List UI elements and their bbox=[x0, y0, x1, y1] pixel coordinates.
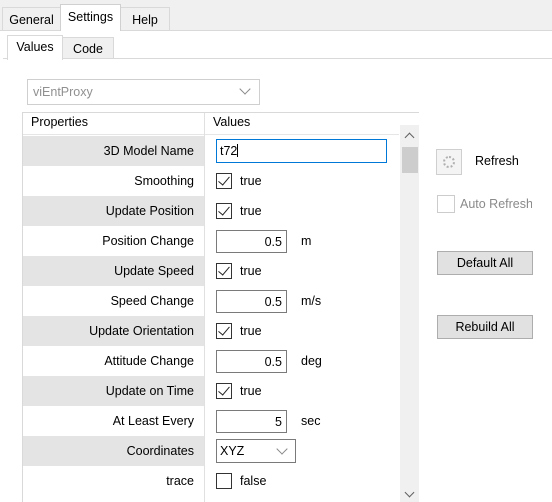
row-name: Coordinates bbox=[23, 436, 204, 466]
tab-help-label: Help bbox=[132, 13, 158, 27]
update-on-time-checkbox[interactable] bbox=[216, 383, 232, 399]
table-row: 3D Model Name t72 bbox=[23, 136, 399, 166]
vertical-scrollbar[interactable] bbox=[400, 125, 419, 502]
row-value: true bbox=[205, 256, 399, 286]
tab-general-label: General bbox=[9, 13, 54, 27]
tab-values-label: Values bbox=[16, 40, 54, 54]
row-value: 0.5 m/s bbox=[205, 286, 399, 316]
checkbox-value: true bbox=[240, 264, 262, 278]
auto-refresh-checkbox[interactable] bbox=[437, 195, 455, 213]
table-row: Update Orientation true bbox=[23, 316, 399, 346]
checkmark-icon bbox=[218, 173, 230, 186]
text-caret bbox=[237, 144, 239, 157]
unit-label: m/s bbox=[301, 294, 322, 308]
checkbox-value: true bbox=[240, 174, 262, 188]
table-row: Smoothing true bbox=[23, 166, 399, 196]
chevron-down-icon bbox=[276, 443, 288, 455]
tab-code[interactable]: Code bbox=[62, 37, 114, 59]
row-value: 0.5 m bbox=[205, 226, 399, 256]
model-name-input[interactable]: t72 bbox=[216, 139, 387, 163]
properties-column-header: Properties bbox=[31, 115, 88, 129]
row-value: true bbox=[205, 376, 399, 406]
property-grid: Properties Values 3D Model Name t72 Smoo… bbox=[22, 112, 419, 502]
table-row: Coordinates XYZ bbox=[23, 436, 399, 466]
row-value: true bbox=[205, 196, 399, 226]
row-name: Attitude Change bbox=[104, 354, 194, 368]
table-row: Update Speed true bbox=[23, 256, 399, 286]
checkbox-value: false bbox=[240, 474, 267, 488]
checkbox-value: true bbox=[240, 384, 262, 398]
row-name: trace bbox=[166, 474, 194, 488]
scroll-up-icon[interactable] bbox=[404, 132, 415, 143]
row-name: 3D Model Name bbox=[23, 136, 204, 166]
model-name-text: t72 bbox=[220, 144, 238, 158]
row-name: Update Position bbox=[23, 196, 204, 226]
table-row: At Least Every 5 sec bbox=[23, 406, 399, 436]
row-value: false bbox=[205, 466, 399, 496]
table-row: Position Change 0.5 m bbox=[23, 226, 399, 256]
row-value: 0.5 deg bbox=[205, 346, 399, 376]
row-value: true bbox=[205, 316, 399, 346]
values-column-header: Values bbox=[213, 115, 251, 129]
unit-label: sec bbox=[301, 414, 321, 428]
speed-change-input[interactable]: 0.5 bbox=[216, 290, 287, 313]
row-value: true bbox=[205, 166, 399, 196]
unit-label: deg bbox=[301, 354, 322, 368]
update-position-checkbox[interactable] bbox=[216, 203, 232, 219]
unit-label: m bbox=[301, 234, 312, 248]
proxy-select[interactable]: viEntProxy bbox=[27, 79, 260, 105]
table-row: Update on Time true bbox=[23, 376, 399, 406]
header-divider bbox=[23, 134, 399, 135]
checkbox-value: true bbox=[240, 204, 262, 218]
update-speed-checkbox[interactable] bbox=[216, 263, 232, 279]
attitude-change-input[interactable]: 0.5 bbox=[216, 350, 287, 373]
proxy-select-value: viEntProxy bbox=[33, 85, 93, 99]
checkmark-icon bbox=[218, 263, 230, 276]
tab-values[interactable]: Values bbox=[7, 35, 63, 60]
scroll-down-icon[interactable] bbox=[404, 487, 415, 498]
tab-settings-label: Settings bbox=[67, 10, 114, 24]
tab-code-label: Code bbox=[73, 42, 103, 56]
refresh-icon[interactable] bbox=[436, 149, 462, 175]
table-row: Update Position true bbox=[23, 196, 399, 226]
row-value: t72 bbox=[205, 136, 399, 166]
main-tabbar: General Settings Help bbox=[0, 0, 552, 31]
table-row: Attitude Change 0.5 deg bbox=[23, 346, 399, 376]
checkmark-icon bbox=[218, 323, 230, 336]
checkmark-icon bbox=[218, 203, 230, 216]
refresh-ring bbox=[443, 156, 455, 168]
row-name: Update Speed bbox=[23, 256, 204, 286]
scroll-thumb[interactable] bbox=[402, 147, 418, 173]
tab-general[interactable]: General bbox=[2, 7, 61, 31]
row-name: Speed Change bbox=[110, 294, 194, 308]
coordinates-select-value: XYZ bbox=[220, 444, 245, 458]
update-orientation-checkbox[interactable] bbox=[216, 323, 232, 339]
checkbox-value: true bbox=[240, 324, 262, 338]
table-row: Speed Change 0.5 m/s bbox=[23, 286, 399, 316]
table-row: trace false bbox=[23, 466, 399, 496]
row-name: At Least Every bbox=[112, 414, 194, 428]
refresh-label[interactable]: Refresh bbox=[475, 154, 519, 168]
default-all-button[interactable]: Default All bbox=[437, 251, 533, 275]
row-name: Position Change bbox=[102, 234, 194, 248]
coordinates-select[interactable]: XYZ bbox=[216, 439, 296, 463]
row-value: 5 sec bbox=[205, 406, 399, 436]
trace-checkbox[interactable] bbox=[216, 473, 232, 489]
row-name: Smoothing bbox=[134, 174, 194, 188]
auto-refresh-label: Auto Refresh bbox=[460, 197, 532, 211]
smoothing-checkbox[interactable] bbox=[216, 173, 232, 189]
checkmark-icon bbox=[218, 383, 230, 396]
row-name: Update Orientation bbox=[23, 316, 204, 346]
row-name: Update on Time bbox=[23, 376, 204, 406]
at-least-every-input[interactable]: 5 bbox=[216, 410, 287, 433]
rebuild-all-button[interactable]: Rebuild All bbox=[437, 315, 533, 339]
chevron-down-icon bbox=[239, 83, 251, 95]
tab-settings[interactable]: Settings bbox=[60, 4, 121, 31]
position-change-input[interactable]: 0.5 bbox=[216, 230, 287, 253]
row-value: XYZ bbox=[205, 436, 399, 466]
tab-help[interactable]: Help bbox=[120, 7, 170, 31]
